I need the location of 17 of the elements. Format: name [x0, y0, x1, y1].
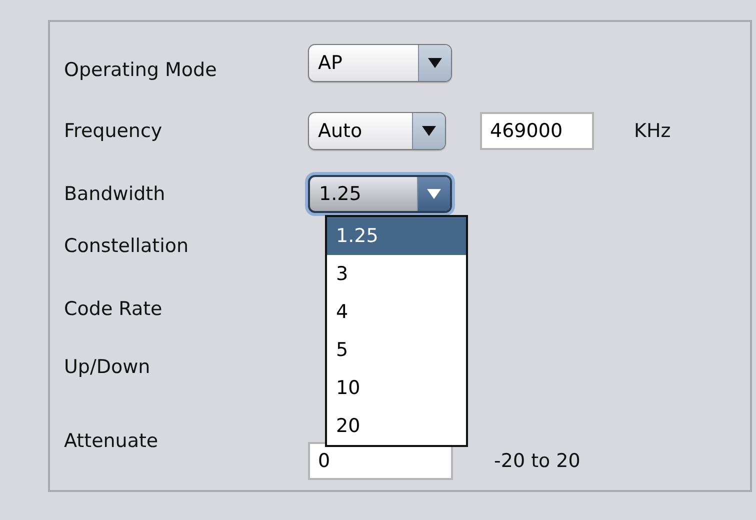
caret-icon: [422, 126, 436, 136]
dropdown[interactable]: Auto: [308, 112, 446, 150]
field-label: Constellation: [63, 235, 190, 257]
field-label: Attenuate: [63, 430, 160, 452]
field-label: Up/Down: [63, 356, 152, 378]
field-label: Bandwidth: [63, 183, 166, 205]
dropdown[interactable]: AP: [308, 44, 452, 82]
range-label: -20 to 20: [494, 450, 580, 472]
field-label: Frequency: [63, 120, 164, 142]
field-label: Code Rate: [63, 298, 164, 320]
caret-icon: [428, 58, 442, 68]
dropdown-option[interactable]: 1.25: [327, 217, 466, 255]
caret-icon: [427, 189, 441, 199]
frequency-field[interactable]: 469000: [480, 112, 594, 150]
dropdown[interactable]: 1.25: [308, 175, 452, 213]
unit-label: KHz: [634, 120, 671, 142]
field-label: Operating Mode: [63, 59, 218, 81]
